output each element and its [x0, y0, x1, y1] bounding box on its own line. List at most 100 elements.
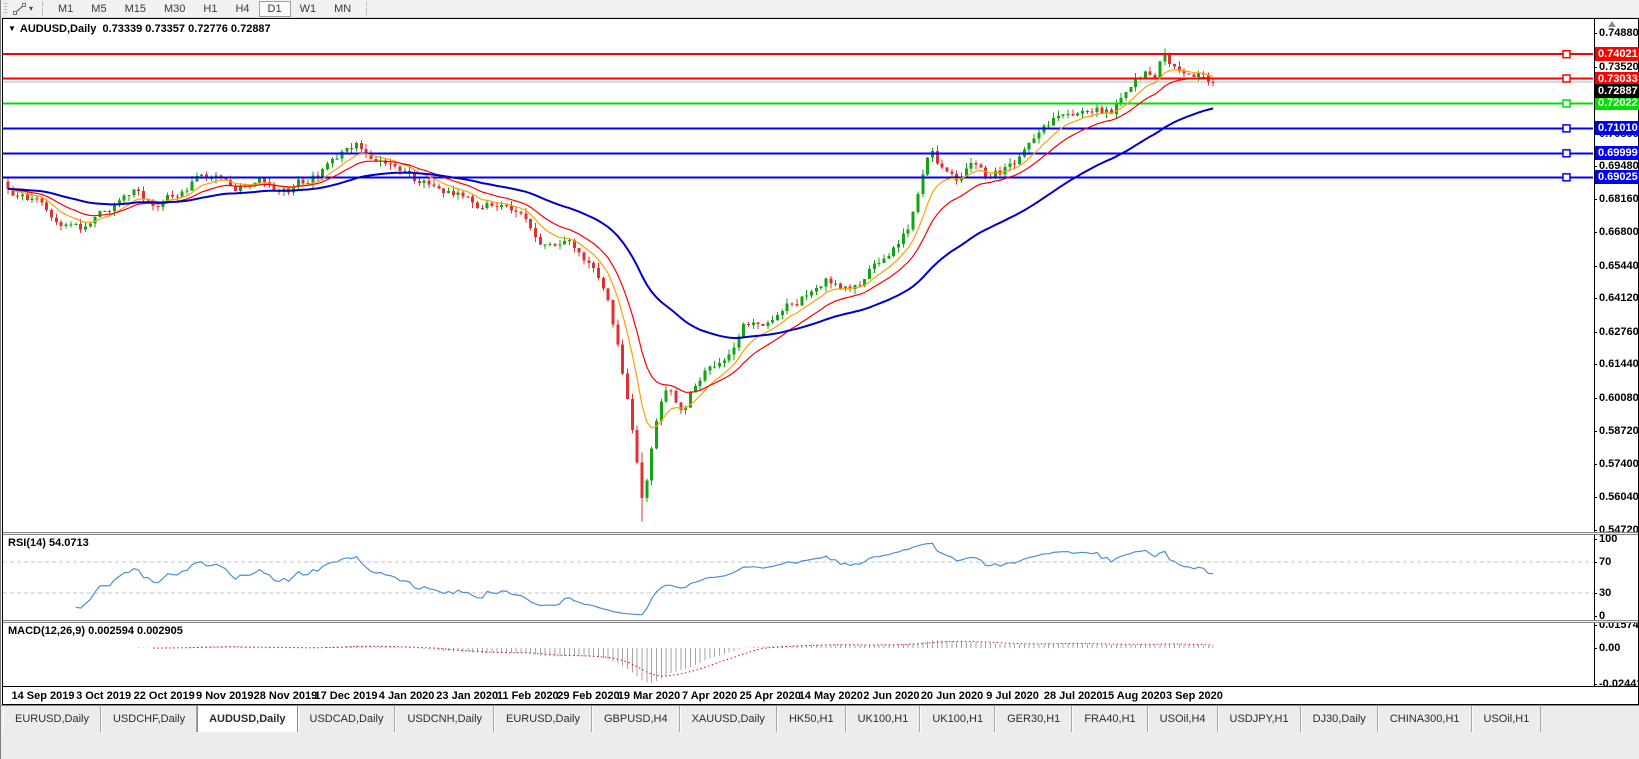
timeframe-button-m30[interactable]: M30: [155, 1, 194, 17]
candle-body: [1008, 163, 1012, 168]
chart-tab-audusd-daily[interactable]: AUDUSD,Daily: [197, 706, 298, 732]
hline-handle-0.72022[interactable]: [1562, 99, 1571, 108]
timeframe-button-m1[interactable]: M1: [49, 1, 82, 17]
chart-tab-usoil-h4[interactable]: USOil,H4: [1147, 706, 1218, 732]
timeframe-button-m5[interactable]: M5: [82, 1, 115, 17]
candle-body: [1051, 117, 1055, 126]
chart-tab-eurusd-daily[interactable]: EURUSD,Daily: [3, 706, 101, 732]
candle-body: [563, 240, 567, 245]
hline-handle-0.69999[interactable]: [1562, 149, 1571, 158]
candle-body: [829, 278, 833, 284]
candle-body: [606, 288, 610, 300]
chart-tab-xauusd-daily[interactable]: XAUUSD,Daily: [679, 706, 777, 732]
candle-body: [766, 322, 770, 326]
chart-tab-ger30-h1[interactable]: GER30,H1: [995, 706, 1073, 732]
chart-tab-uk100-h1[interactable]: UK100,H1: [920, 706, 996, 732]
hline-handle-0.74021[interactable]: [1562, 49, 1571, 59]
candle-body: [640, 462, 644, 498]
candle-body: [495, 205, 499, 208]
candle-body: [974, 163, 978, 165]
candle-body: [475, 202, 479, 208]
chart-tab-gbpusd-h4[interactable]: GBPUSD,H4: [592, 706, 680, 732]
candle-body: [432, 184, 436, 186]
ma-line-mid: [7, 76, 1214, 393]
timeframe-button-w1[interactable]: W1: [291, 1, 326, 17]
chart-tab-uk100-h1[interactable]: UK100,H1: [845, 706, 921, 732]
chart-tab-dj30-daily[interactable]: DJ30,Daily: [1300, 706, 1378, 732]
candle-body: [505, 205, 509, 207]
candle-body: [1032, 138, 1036, 143]
macd-pane[interactable]: MACD(12,26,9) 0.002594 0.002905: [3, 623, 1593, 686]
timeframe-button-h4[interactable]: H4: [226, 1, 258, 17]
hline-handle-0.69025[interactable]: [1562, 173, 1571, 182]
candle-body: [645, 480, 649, 498]
price-badge-0.71010: 0.71010: [1595, 121, 1639, 136]
candle-body: [437, 185, 441, 189]
pane-splitter-macd[interactable]: [3, 620, 1638, 623]
date-label: 23 Jan 2020: [436, 690, 499, 702]
candle-body: [156, 205, 160, 207]
chart-tab-usdchf-daily[interactable]: USDCHF,Daily: [100, 706, 198, 732]
price-badge-0.69025: 0.69025: [1595, 170, 1639, 185]
chevron-down-icon[interactable]: ▾: [29, 4, 33, 13]
candle-body: [122, 195, 126, 201]
chart-tab-china300-h1[interactable]: CHINA300,H1: [1377, 706, 1472, 732]
date-axis[interactable]: 14 Sep 2019 3 Oct 2019 22 Oct 2019 9 Nov 20…: [3, 686, 1638, 704]
candle-body: [621, 344, 625, 374]
candle-body: [993, 170, 997, 177]
collapse-triangle-icon[interactable]: ▼: [8, 24, 16, 33]
hline-handle-0.71010[interactable]: [1562, 124, 1571, 133]
candle-body: [814, 288, 818, 292]
line-studies-button[interactable]: ▾: [9, 1, 36, 17]
candle-body: [727, 354, 731, 361]
candle-body: [35, 198, 39, 200]
chart-ohlc-values: 0.73339 0.73357 0.72776 0.72887: [102, 23, 271, 35]
candle-body: [263, 178, 267, 183]
candle-body: [742, 324, 746, 337]
price-axis[interactable]: 0.748800.735200.721600.708000.694800.681…: [1593, 19, 1639, 690]
chart-tab-usoil-h1[interactable]: USOil,H1: [1471, 706, 1542, 732]
macd-signal-line: [153, 640, 1214, 677]
candle-body: [1114, 104, 1118, 114]
timeframe-button-group: M1 M5 M15 M30 H1 H4 D1 W1 MN: [49, 0, 360, 17]
candle-body: [427, 180, 431, 185]
chart-title: ▼ AUDUSD,Daily 0.73339 0.73357 0.72776 0.…: [8, 23, 271, 35]
candle-body: [703, 370, 707, 381]
candle-body: [325, 163, 329, 169]
date-label: 9 Nov 2019: [196, 690, 254, 702]
candle-body: [25, 194, 29, 201]
pane-splitter-rsi[interactable]: [3, 532, 1638, 535]
candle-body: [1085, 111, 1089, 113]
candle-body: [258, 178, 262, 183]
toolbar-grip[interactable]: [4, 2, 7, 15]
candle-body: [577, 248, 581, 253]
line-studies-icon: [13, 2, 26, 15]
candle-body: [626, 373, 630, 400]
timeframe-button-m15[interactable]: M15: [116, 1, 155, 17]
candle-body: [635, 430, 639, 463]
timeframe-button-h1[interactable]: H1: [194, 1, 226, 17]
macd-title: MACD(12,26,9) 0.002594 0.002905: [8, 625, 183, 637]
candle-body: [911, 211, 915, 230]
candle-body: [88, 223, 92, 227]
chart-tab-usdcad-daily[interactable]: USDCAD,Daily: [297, 706, 396, 732]
hline-handle-0.73033[interactable]: [1562, 74, 1571, 83]
candle-body: [747, 324, 751, 326]
date-label: 9 Jul 2020: [986, 690, 1039, 702]
chart-tab-eurusd-daily[interactable]: EURUSD,Daily: [494, 706, 592, 732]
candle-body: [538, 237, 542, 245]
timeframe-button-d1[interactable]: D1: [258, 0, 291, 17]
chart-tab-usdcnh-daily[interactable]: USDCNH,Daily: [395, 706, 495, 732]
chart-tab-hk50-h1[interactable]: HK50,H1: [776, 706, 846, 732]
candle-body: [108, 210, 112, 212]
date-label: 17 Dec 2019: [314, 690, 378, 702]
main-chart-pane[interactable]: ▼ AUDUSD,Daily 0.73339 0.73357 0.72776 0.…: [3, 19, 1593, 532]
rsi-pane[interactable]: RSI(14) 54.0713: [3, 535, 1593, 620]
chart-tab-usdjpy-h1[interactable]: USDJPY,H1: [1217, 706, 1301, 732]
price-axis-tick: 0.68160: [1594, 192, 1639, 205]
candle-body: [868, 268, 872, 280]
chart-tab-fra40-h1[interactable]: FRA40,H1: [1072, 706, 1148, 732]
candle-body: [190, 181, 194, 191]
candle-body: [529, 218, 533, 229]
timeframe-button-mn[interactable]: MN: [325, 1, 360, 17]
